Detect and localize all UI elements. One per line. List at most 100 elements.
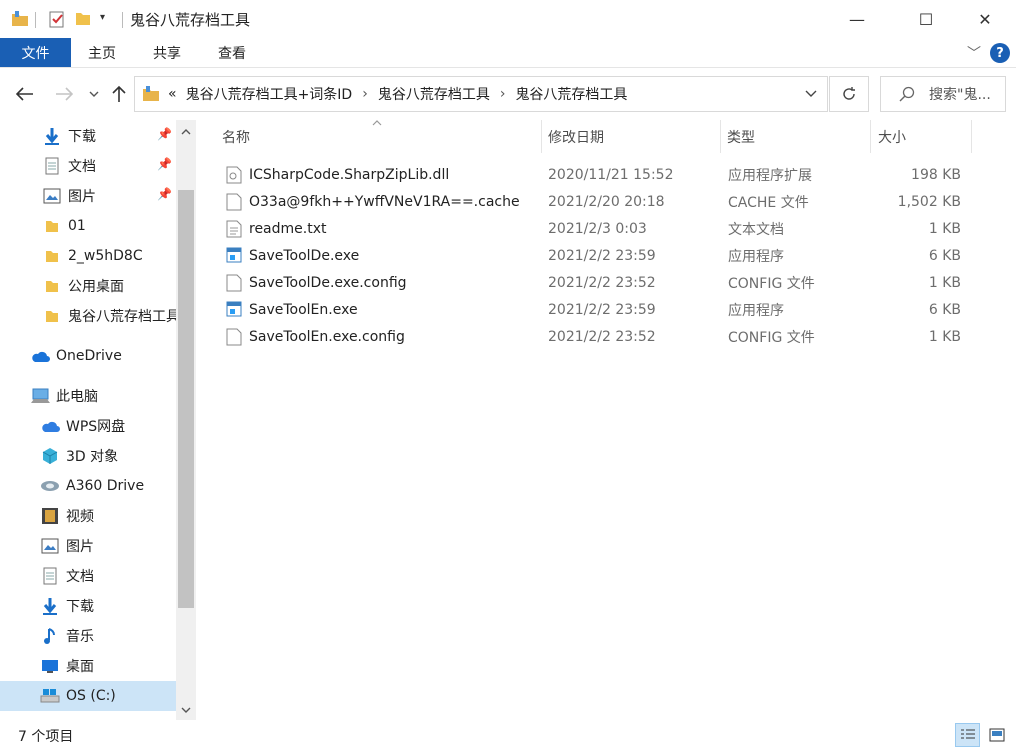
sidebar-item-music[interactable]: 音乐 [0,621,176,651]
sidebar-item-folder[interactable]: 公用桌面 [0,271,176,301]
breadcrumb-current[interactable]: 鬼谷八荒存档工具 [515,84,627,104]
table-row[interactable]: SaveToolDe.exe.config 2021/2/2 23:52 CON… [218,269,972,296]
tab-file[interactable]: 文件 [0,38,71,67]
sidebar-item-documents[interactable]: 文档 [0,561,176,591]
sidebar-item-documents[interactable]: 文档 [0,151,176,181]
scroll-up-icon[interactable] [176,122,196,142]
sidebar-scrollbar[interactable] [176,120,196,720]
expand-ribbon-icon[interactable]: ﹀ [967,43,981,63]
file-size: 198 KB [911,166,961,183]
new-folder-icon[interactable] [75,10,91,30]
pin-icon[interactable]: 📌 [157,127,172,141]
sidebar-item-folder[interactable]: 01 [0,211,176,241]
back-button[interactable] [13,82,37,106]
sidebar-item-this-pc[interactable]: 此电脑 [0,381,176,411]
status-bar: 7 个项目 [0,720,1016,751]
title-bar: ▾ 鬼谷八荒存档工具 — ☐ ✕ [0,0,1016,38]
file-date: 2021/2/2 23:52 [548,274,656,291]
sidebar-item-3d-objects[interactable]: 3D 对象 [0,441,176,471]
breadcrumb-separator-icon[interactable]: › [500,86,506,102]
sidebar-item-label: 鬼谷八荒存档工具 [68,309,176,325]
sidebar-item-os-drive[interactable]: OS (C:) [0,681,176,711]
maximize-button[interactable]: ☐ [903,0,949,38]
sidebar-item-folder[interactable]: 鬼谷八荒存档工具 [0,301,176,331]
table-row[interactable]: SaveToolDe.exe 2021/2/2 23:59 应用程序 6 KB [218,242,972,269]
table-row[interactable]: SaveToolEn.exe.config 2021/2/2 23:52 CON… [218,323,972,350]
sidebar-item-pictures[interactable]: 图片 [0,181,176,211]
sidebar-item-pictures[interactable]: 图片 [0,531,176,561]
column-divider[interactable] [720,120,721,153]
table-row[interactable]: SaveToolEn.exe 2021/2/2 23:59 应用程序 6 KB [218,296,972,323]
video-icon [40,506,60,526]
sidebar-item-label: 2_w5hD8C [68,248,143,264]
address-bar[interactable]: « 鬼谷八荒存档工具+词条ID › 鬼谷八荒存档工具 › 鬼谷八荒存档工具 [134,76,828,112]
column-header-date[interactable]: 修改日期 [548,120,604,153]
tab-share[interactable]: 共享 [153,38,181,67]
sidebar-item-label: OS (C:) [66,688,116,704]
breadcrumb-item[interactable]: 鬼谷八荒存档工具 [378,84,490,104]
folder-icon [142,85,160,103]
sidebar-item-videos[interactable]: 视频 [0,501,176,531]
column-divider[interactable] [971,120,972,153]
scrollbar-thumb[interactable] [178,190,194,608]
table-row[interactable]: readme.txt 2021/2/3 0:03 文本文档 1 KB [218,215,972,242]
sidebar-item-label: 此电脑 [56,389,98,405]
folder-app-icon[interactable] [11,10,29,32]
sidebar-item-downloads[interactable]: 下载 [0,121,176,151]
breadcrumb-item[interactable]: 鬼谷八荒存档工具+词条ID [186,84,353,104]
navigation-bar: « 鬼谷八荒存档工具+词条ID › 鬼谷八荒存档工具 › 鬼谷八荒存档工具 搜索… [0,68,1016,120]
chevron-down-icon[interactable] [805,90,817,98]
column-header-type[interactable]: 类型 [727,120,755,153]
sidebar-item-onedrive[interactable]: OneDrive [0,341,176,371]
file-name: SaveToolDe.exe [249,247,360,264]
forward-button[interactable] [52,82,76,106]
picture-icon [40,536,60,556]
search-input[interactable]: 搜索"鬼... [880,76,1006,112]
recent-locations-button[interactable] [82,82,106,106]
document-icon [40,566,60,586]
file-name: readme.txt [249,220,327,237]
pin-icon[interactable]: 📌 [157,157,172,171]
pin-icon[interactable]: 📌 [157,187,172,201]
help-icon[interactable]: ? [990,43,1010,63]
up-button[interactable] [107,82,131,106]
table-row[interactable]: O33a@9fkh++YwffVNeV1RA==.cache 2021/2/20… [218,188,972,215]
sidebar-item-downloads[interactable]: 下载 [0,591,176,621]
sidebar-item-folder[interactable]: 2_w5hD8C [0,241,176,271]
sidebar-item-a360-drive[interactable]: A360 Drive [0,471,176,501]
search-placeholder: 搜索"鬼... [929,87,991,103]
refresh-button[interactable] [829,76,869,112]
tab-home[interactable]: 主页 [88,38,116,67]
sidebar-item-label: 下载 [66,599,94,615]
column-header-name[interactable]: 名称 [222,120,250,153]
column-header-size[interactable]: 大小 [878,120,906,153]
file-icon [226,328,242,346]
desktop-icon [40,656,60,676]
file-date: 2021/2/2 23:52 [548,328,656,345]
details-view-button[interactable] [955,723,980,747]
cloud-icon [30,346,50,366]
exe-icon [226,301,242,319]
sidebar-item-label: 图片 [66,539,94,555]
breadcrumb-separator-icon[interactable]: › [362,86,368,102]
divider [35,12,36,28]
document-icon [42,156,62,176]
file-type: 应用程序 [728,248,784,265]
folder-icon [42,216,62,236]
scroll-down-icon[interactable] [176,700,196,720]
close-button[interactable]: ✕ [962,0,1008,38]
breadcrumb-overflow[interactable]: « [168,86,177,102]
large-icons-view-button[interactable] [984,723,1009,747]
column-divider[interactable] [541,120,542,153]
tab-view[interactable]: 查看 [218,38,246,67]
sidebar-item-desktop[interactable]: 桌面 [0,651,176,681]
properties-icon[interactable] [49,10,65,32]
column-divider[interactable] [870,120,871,153]
minimize-button[interactable]: — [834,0,880,38]
sidebar-item-label: 文档 [66,569,94,585]
sidebar-item-wps-drive[interactable]: WPS网盘 [0,411,176,441]
a360-icon [40,476,60,496]
customize-qa-icon[interactable]: ▾ [100,12,105,23]
file-date: 2021/2/3 0:03 [548,220,647,237]
table-row[interactable]: ICSharpCode.SharpZipLib.dll 2020/11/21 1… [218,161,972,188]
